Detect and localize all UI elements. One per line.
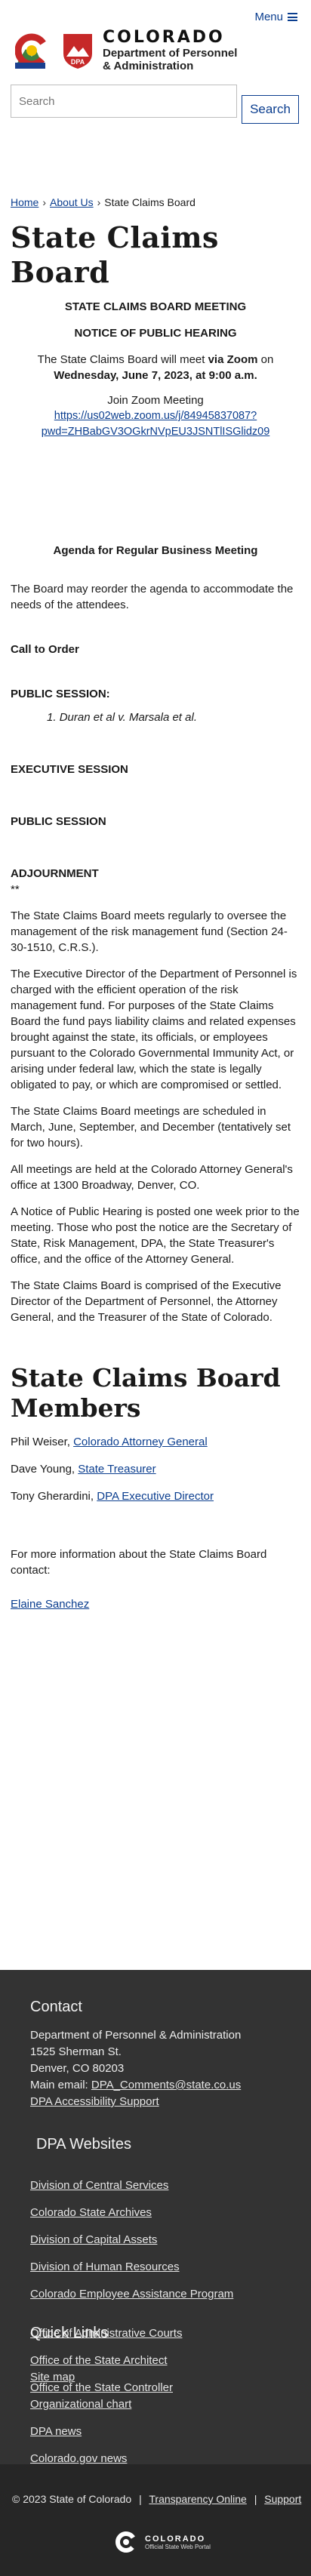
agenda-public-session-1: PUBLIC SESSION: xyxy=(11,688,110,700)
zoom-link[interactable]: https://us02web.zoom.us/j/84945837087? pw… xyxy=(42,410,270,438)
paragraph-executive-director: The Executive Director of the Department… xyxy=(11,968,297,1091)
breadcrumb-current: State Claims Board xyxy=(104,196,196,208)
contact-name-link[interactable]: Elaine Sanchez xyxy=(11,1598,89,1611)
breadcrumb-home[interactable]: Home xyxy=(11,196,38,208)
footer-address-line1: Department of Personnel & Administration xyxy=(30,2029,242,2042)
logo-title: COLORADO xyxy=(103,28,225,47)
meeting-date: Wednesday, June 7, 2023, at 9:00 a.m. xyxy=(54,369,257,382)
footer-link-colorado-news[interactable]: Colorado.gov news xyxy=(30,2452,127,2465)
paragraph-location: All meetings are held at the Colorado At… xyxy=(11,1163,293,1192)
menu-button[interactable]: Menu xyxy=(254,11,297,23)
search-bar: Search xyxy=(11,85,299,124)
agenda-note: The Board may reorder the agenda to acco… xyxy=(11,583,294,611)
menu-label: Menu xyxy=(254,11,283,23)
member-role-link[interactable]: State Treasurer xyxy=(78,1463,156,1476)
dpa-badge-text: DPA xyxy=(71,58,85,66)
chevron-right-icon: › xyxy=(97,196,101,208)
main-content: State Claims Board STATE CLAIMS BOARD ME… xyxy=(11,220,300,1612)
contact-name-wrap: Elaine Sanchez xyxy=(11,1596,300,1612)
zoom-label: Join Zoom Meeting xyxy=(107,394,204,407)
footer-address-line2: 1525 Sherman St. xyxy=(30,2045,122,2058)
zoom-link-wrap: https://us02web.zoom.us/j/84945837087? pw… xyxy=(11,408,300,440)
agenda-executive-session: EXECUTIVE SESSION xyxy=(11,763,128,776)
member-executive-director: Tony Gherardini, DPA Executive Director xyxy=(11,1490,214,1503)
state-portal-logo[interactable]: COLORADO Official State Web Portal xyxy=(115,2531,211,2553)
dpa-badge-icon: DPA xyxy=(63,34,92,69)
site-footer: Contact Department of Personnel & Admini… xyxy=(0,1970,311,2576)
portal-title: COLORADO xyxy=(145,2534,206,2544)
copyright: © 2023 State of Colorado xyxy=(12,2493,132,2505)
agenda-heading: Agenda for Regular Business Meeting xyxy=(53,544,258,557)
support-link[interactable]: Support xyxy=(264,2493,301,2505)
breadcrumb-about-us[interactable]: About Us xyxy=(50,196,94,208)
footer-accessibility-link[interactable]: DPA Accessibility Support xyxy=(30,2095,159,2108)
logo-subtitle-line1: Department of Personnel xyxy=(103,47,238,60)
agenda-public-session-item: 1. Duran et al v. Marsala et al. xyxy=(47,711,197,724)
footer-link-state-archives[interactable]: Colorado State Archives xyxy=(30,2206,152,2219)
footer-websites-title-wrap: DPA Websites xyxy=(36,2136,131,2153)
footer-websites-title: DPA Websites xyxy=(36,2136,131,2153)
meeting-heading: STATE CLAIMS BOARD MEETING xyxy=(64,300,247,313)
members-contact-info: For more information about the State Cla… xyxy=(11,1548,267,1577)
footer-email-link[interactable]: DPA_Comments@state.co.us xyxy=(91,2079,241,2091)
member-role-link[interactable]: DPA Executive Director xyxy=(97,1490,214,1503)
transparency-link[interactable]: Transparency Online xyxy=(149,2493,246,2505)
breadcrumb: Home › About Us › State Claims Board xyxy=(11,196,196,208)
site-logo[interactable]: DPA COLORADO Department of Personnel & A… xyxy=(15,29,237,72)
agenda-call-to-order: Call to Order xyxy=(11,643,79,656)
paragraph-risk-fund: The State Claims Board meets regularly t… xyxy=(11,909,288,954)
footer-quick-links-title: Quick Links xyxy=(30,2325,109,2341)
paragraph-schedule: The State Claims Board meetings are sche… xyxy=(11,1105,291,1150)
members-heading: State Claims Board Members xyxy=(11,1363,281,1423)
member-treasurer: Dave Young, State Treasurer xyxy=(11,1463,156,1476)
page-title: State Claims Board xyxy=(11,220,219,289)
meeting-sentence: The State Claims Board will meet via Zoo… xyxy=(37,353,274,382)
chevron-right-icon: › xyxy=(42,196,47,208)
footer-link-dpa-news[interactable]: DPA news xyxy=(30,2425,82,2438)
footer-legal-row: © 2023 State of Colorado | Transparency … xyxy=(12,2493,302,2505)
logo-subtitle-line2: & Administration xyxy=(103,60,194,72)
agenda-footnote-marker: ** xyxy=(11,883,20,896)
member-attorney-general: Phil Weiser, Colorado Attorney General xyxy=(11,1436,208,1448)
agenda-adjournment: ADJOURNMENT xyxy=(11,867,99,880)
colorado-c-logo-icon xyxy=(15,33,49,69)
agenda-public-session-2: PUBLIC SESSION xyxy=(11,815,106,828)
search-input[interactable] xyxy=(11,85,237,118)
footer-email: Main email: DPA_Comments@state.co.us xyxy=(30,2079,242,2091)
member-role-link[interactable]: Colorado Attorney General xyxy=(73,1436,208,1448)
footer-address-line3: Denver, CO 80203 xyxy=(30,2062,125,2075)
portal-subtitle: Official State Web Portal xyxy=(145,2543,211,2550)
notice-heading: NOTICE OF PUBLIC HEARING xyxy=(74,327,237,340)
footer-contact-title: Contact xyxy=(30,1999,82,2015)
footer-link-human-resources[interactable]: Division of Human Resources xyxy=(30,2261,180,2273)
footer-link-employee-assistance[interactable]: Colorado Employee Assistance Program xyxy=(30,2288,233,2301)
footer-bottom-bar: © 2023 State of Colorado | Transparency … xyxy=(0,2464,311,2576)
footer-link-site-map[interactable]: Site map xyxy=(30,2371,75,2384)
paragraph-notice: A Notice of Public Hearing is posted one… xyxy=(11,1205,300,1266)
colorado-c-white-icon xyxy=(115,2531,137,2553)
hamburger-icon xyxy=(288,13,297,21)
paragraph-composition: The State Claims Board is comprised of t… xyxy=(11,1279,282,1324)
footer-link-capital-assets[interactable]: Division of Capital Assets xyxy=(30,2233,157,2246)
footer-link-org-chart[interactable]: Organizational chart xyxy=(30,2398,131,2411)
search-button[interactable]: Search xyxy=(242,95,299,124)
footer-link-central-services[interactable]: Division of Central Services xyxy=(30,2179,168,2192)
